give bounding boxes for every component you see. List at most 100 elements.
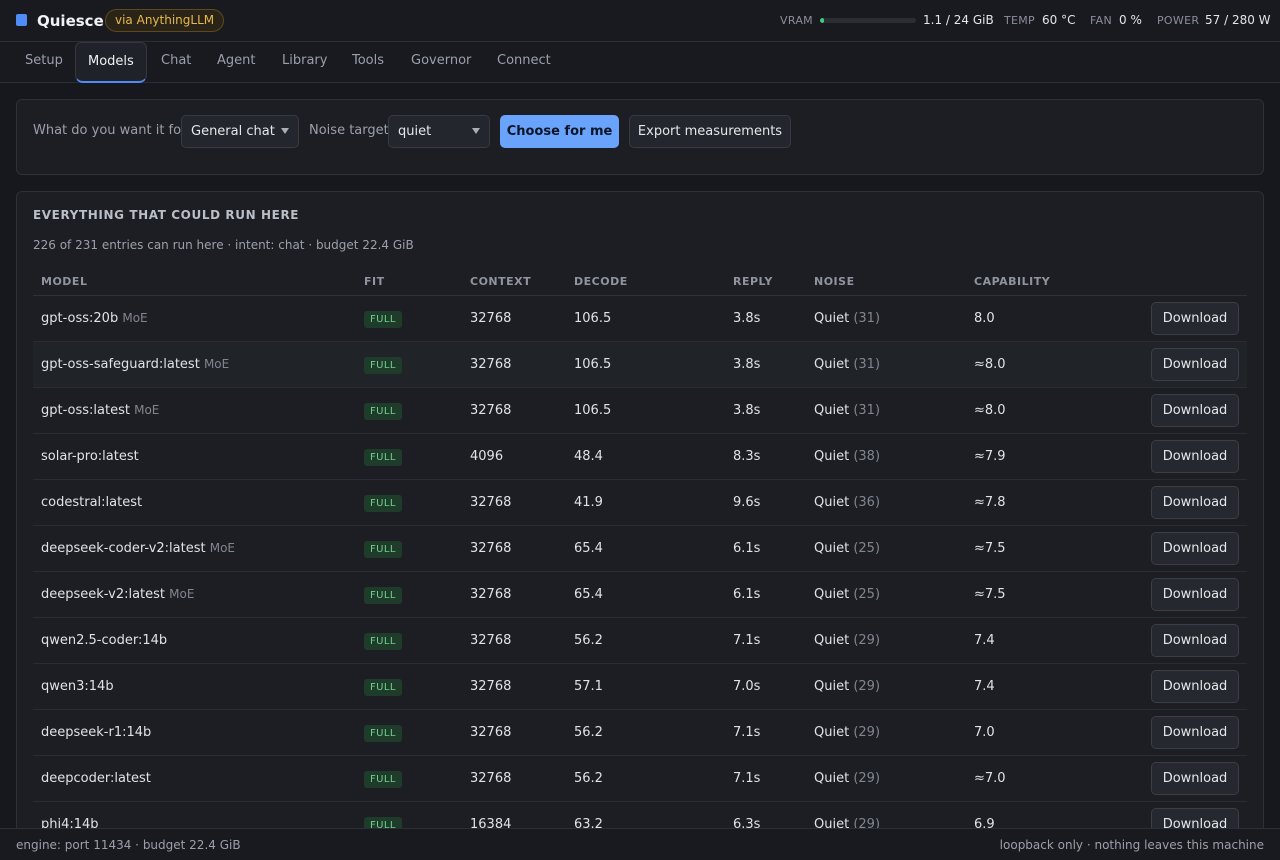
download-button[interactable]: Download [1151, 532, 1239, 565]
model-arch-tag: MoE [209, 541, 236, 555]
decode-cell: 57.1 [574, 679, 603, 694]
table-row[interactable]: deepseek-r1:14b FULL 32768 56.2 7.1s Quiet (… [33, 710, 1247, 756]
temp-label: TEMP [1004, 14, 1035, 27]
engine-status: engine: port 11434 · budget 22.4 GiB [16, 838, 241, 852]
model-name-cell: deepseek-r1:14b [41, 725, 151, 740]
model-name: solar-pro:latest [41, 449, 139, 464]
chevron-down-icon [472, 128, 480, 134]
table-row[interactable]: codestral:latest FULL 32768 41.9 9.6s Quiet … [33, 480, 1247, 526]
download-button[interactable]: Download [1151, 486, 1239, 519]
noise-level: Quiet [814, 587, 850, 602]
context-cell: 32768 [470, 495, 512, 510]
tab-library[interactable]: Library [282, 42, 327, 83]
capability-cell: ≈8.0 [974, 403, 1006, 418]
noise-cell: Quiet (29) [814, 679, 880, 694]
column-header-capability[interactable]: CAPABILITY [974, 275, 1050, 288]
fit-badge: FULL [364, 311, 402, 328]
noise-cell: Quiet (29) [814, 725, 880, 740]
table-row[interactable]: deepseek-coder-v2:latest MoE FULL 32768 65.… [33, 526, 1247, 572]
model-name: qwen3:14b [41, 679, 114, 694]
table-row[interactable]: qwen2.5-coder:14b FULL 32768 56.2 7.1s Quiet… [33, 618, 1247, 664]
noise-level: Quiet [814, 311, 850, 326]
noise-score: (29) [853, 725, 881, 740]
table-row[interactable]: solar-pro:latest FULL 4096 48.4 8.3s Quiet (… [33, 434, 1247, 480]
fit-badge: FULL [364, 587, 402, 604]
model-name: deepcoder:latest [41, 771, 151, 786]
table-row[interactable]: qwen3:14b FULL 32768 57.1 7.0s Quiet (29) 7.4… [33, 664, 1247, 710]
tab-agent[interactable]: Agent [217, 42, 255, 83]
reply-cell: 3.8s [733, 357, 761, 372]
reply-cell: 7.1s [733, 633, 761, 648]
fit-badge: FULL [364, 771, 402, 788]
app-logo-icon [16, 14, 27, 26]
table-row[interactable]: gpt-oss:latest MoE FULL 32768 106.5 3.8s Quie… [33, 388, 1247, 434]
decode-cell: 106.5 [574, 403, 612, 418]
table-row[interactable]: deepcoder:latest FULL 32768 56.2 7.1s Quiet … [33, 756, 1247, 802]
download-button[interactable]: Download [1151, 762, 1239, 795]
table-header: MODEL FIT CONTEXT DECODE REPLY NOISE CAP… [33, 266, 1247, 296]
tab-tools[interactable]: Tools [352, 42, 384, 83]
fit-badge: FULL [364, 357, 402, 374]
noise-target-select[interactable]: quiet [388, 115, 490, 148]
noise-cell: Quiet (25) [814, 541, 880, 556]
capability-cell: ≈7.0 [974, 771, 1006, 786]
privacy-note: loopback only · nothing leaves this mach… [999, 838, 1264, 852]
context-cell: 32768 [470, 403, 512, 418]
context-cell: 32768 [470, 633, 512, 648]
temp-value: 60 °C [1042, 13, 1076, 27]
reply-cell: 3.8s [733, 403, 761, 418]
decode-cell: 48.4 [574, 449, 603, 464]
download-button[interactable]: Download [1151, 716, 1239, 749]
export-measurements-button[interactable]: Export measurements [629, 115, 791, 148]
model-name-cell: deepseek-v2:latest MoE [41, 587, 194, 602]
model-arch-tag: MoE [203, 357, 230, 371]
intent-select[interactable]: General chat [181, 115, 299, 148]
column-header-reply[interactable]: REPLY [733, 275, 773, 288]
column-header-fit[interactable]: FIT [364, 275, 385, 288]
download-button[interactable]: Download [1151, 440, 1239, 473]
decode-cell: 56.2 [574, 725, 603, 740]
noise-score: (29) [853, 633, 881, 648]
fan-label: FAN [1090, 14, 1112, 27]
fit-badge: FULL [364, 679, 402, 696]
catalog-summary: 226 of 231 entries can run here · intent… [33, 238, 414, 252]
fit-badge: FULL [364, 403, 402, 420]
column-header-noise[interactable]: NOISE [814, 275, 855, 288]
tab-connect[interactable]: Connect [497, 42, 551, 83]
tab-models[interactable]: Models [75, 42, 147, 83]
via-badge: via AnythingLLM [105, 9, 225, 32]
tab-governor[interactable]: Governor [411, 42, 471, 83]
model-name-cell: qwen2.5-coder:14b [41, 633, 167, 648]
download-button[interactable]: Download [1151, 624, 1239, 657]
column-header-context[interactable]: CONTEXT [470, 275, 531, 288]
noise-level: Quiet [814, 633, 850, 648]
noise-level: Quiet [814, 679, 850, 694]
choose-for-me-button[interactable]: Choose for me [500, 115, 619, 148]
power-label: POWER [1157, 14, 1200, 27]
table-row[interactable]: deepseek-v2:latest MoE FULL 32768 65.4 6.1s Q… [33, 572, 1247, 618]
tab-setup[interactable]: Setup [25, 42, 63, 83]
download-button[interactable]: Download [1151, 578, 1239, 611]
power-value: 57 / 280 W [1205, 13, 1271, 27]
context-cell: 32768 [470, 587, 512, 602]
noise-score: (36) [853, 495, 881, 510]
model-name-cell: codestral:latest [41, 495, 142, 510]
download-button[interactable]: Download [1151, 394, 1239, 427]
capability-cell: 7.4 [974, 679, 995, 694]
reply-cell: 6.1s [733, 587, 761, 602]
chooser-panel: What do you want it for? General chat No… [16, 99, 1264, 175]
table-row[interactable]: gpt-oss:20b MoE FULL 32768 106.5 3.8s Quiet (… [33, 296, 1247, 342]
download-button[interactable]: Download [1151, 670, 1239, 703]
download-button[interactable]: Download [1151, 348, 1239, 381]
model-arch-tag: MoE [134, 403, 160, 417]
noise-cell: Quiet (31) [814, 311, 880, 326]
fit-badge: FULL [364, 449, 402, 466]
table-row[interactable]: gpt-oss-safeguard:latest MoE FULL 32768 106… [33, 342, 1247, 388]
noise-score: (29) [853, 771, 881, 786]
column-header-decode[interactable]: DECODE [574, 275, 628, 288]
vram-usage-fill [820, 18, 825, 23]
column-header-model[interactable]: MODEL [41, 275, 87, 288]
models-catalog-panel: EVERYTHING THAT COULD RUN HERE 226 of 23… [16, 191, 1264, 851]
download-button[interactable]: Download [1151, 302, 1239, 335]
tab-chat[interactable]: Chat [161, 42, 191, 83]
